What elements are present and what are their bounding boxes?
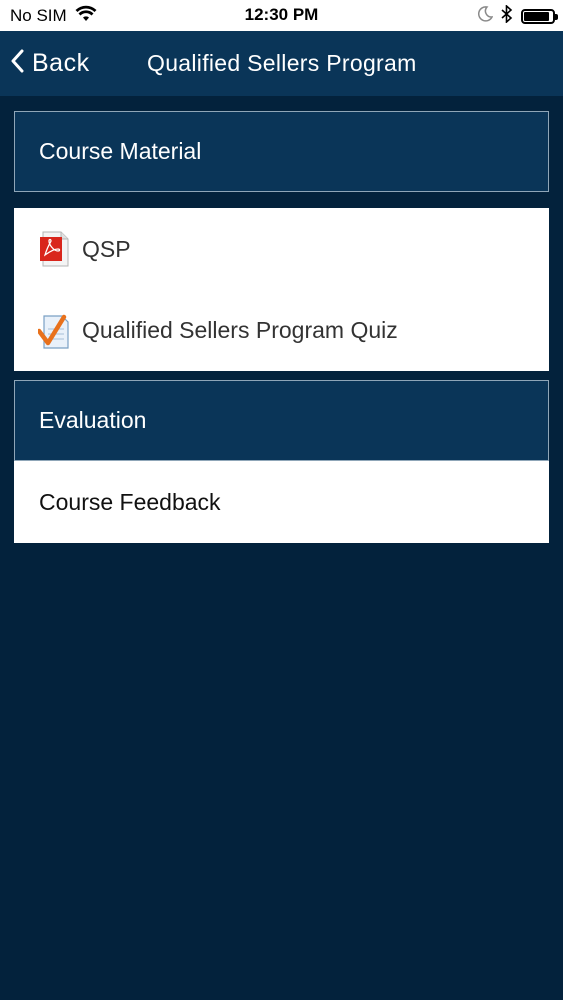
bluetooth-icon (501, 3, 513, 28)
list-item-course-feedback[interactable]: Course Feedback (14, 461, 549, 543)
course-material-section: Course Material QSP Qualified Sellers Pr… (14, 111, 549, 371)
battery-icon (521, 8, 558, 24)
pdf-file-icon (38, 230, 72, 268)
list-item-quiz[interactable]: Qualified Sellers Program Quiz (14, 290, 549, 371)
list-item-qsp[interactable]: QSP (14, 208, 549, 290)
status-bar: No SIM 12:30 PM (0, 0, 563, 31)
section-title: Course Material (39, 138, 202, 164)
list-item-label: Course Feedback (39, 488, 221, 515)
list-item-label: QSP (82, 235, 131, 262)
course-material-header: Course Material (14, 111, 549, 192)
section-title: Evaluation (39, 407, 147, 433)
evaluation-section: Evaluation Course Feedback (14, 380, 549, 543)
moon-icon (477, 5, 494, 27)
page-title: Qualified Sellers Program (147, 50, 417, 76)
quiz-checkmark-icon (38, 312, 72, 350)
nav-bar: Back Qualified Sellers Program (0, 31, 563, 96)
status-right (477, 3, 558, 28)
list-item-label: Qualified Sellers Program Quiz (82, 317, 398, 343)
battery-level (524, 11, 549, 21)
evaluation-header: Evaluation (14, 380, 549, 461)
back-label: Back (32, 49, 90, 77)
back-button[interactable]: Back (10, 31, 90, 96)
chevron-left-icon (10, 49, 32, 78)
course-material-list: QSP Qualified Sellers Program Quiz (14, 208, 549, 371)
